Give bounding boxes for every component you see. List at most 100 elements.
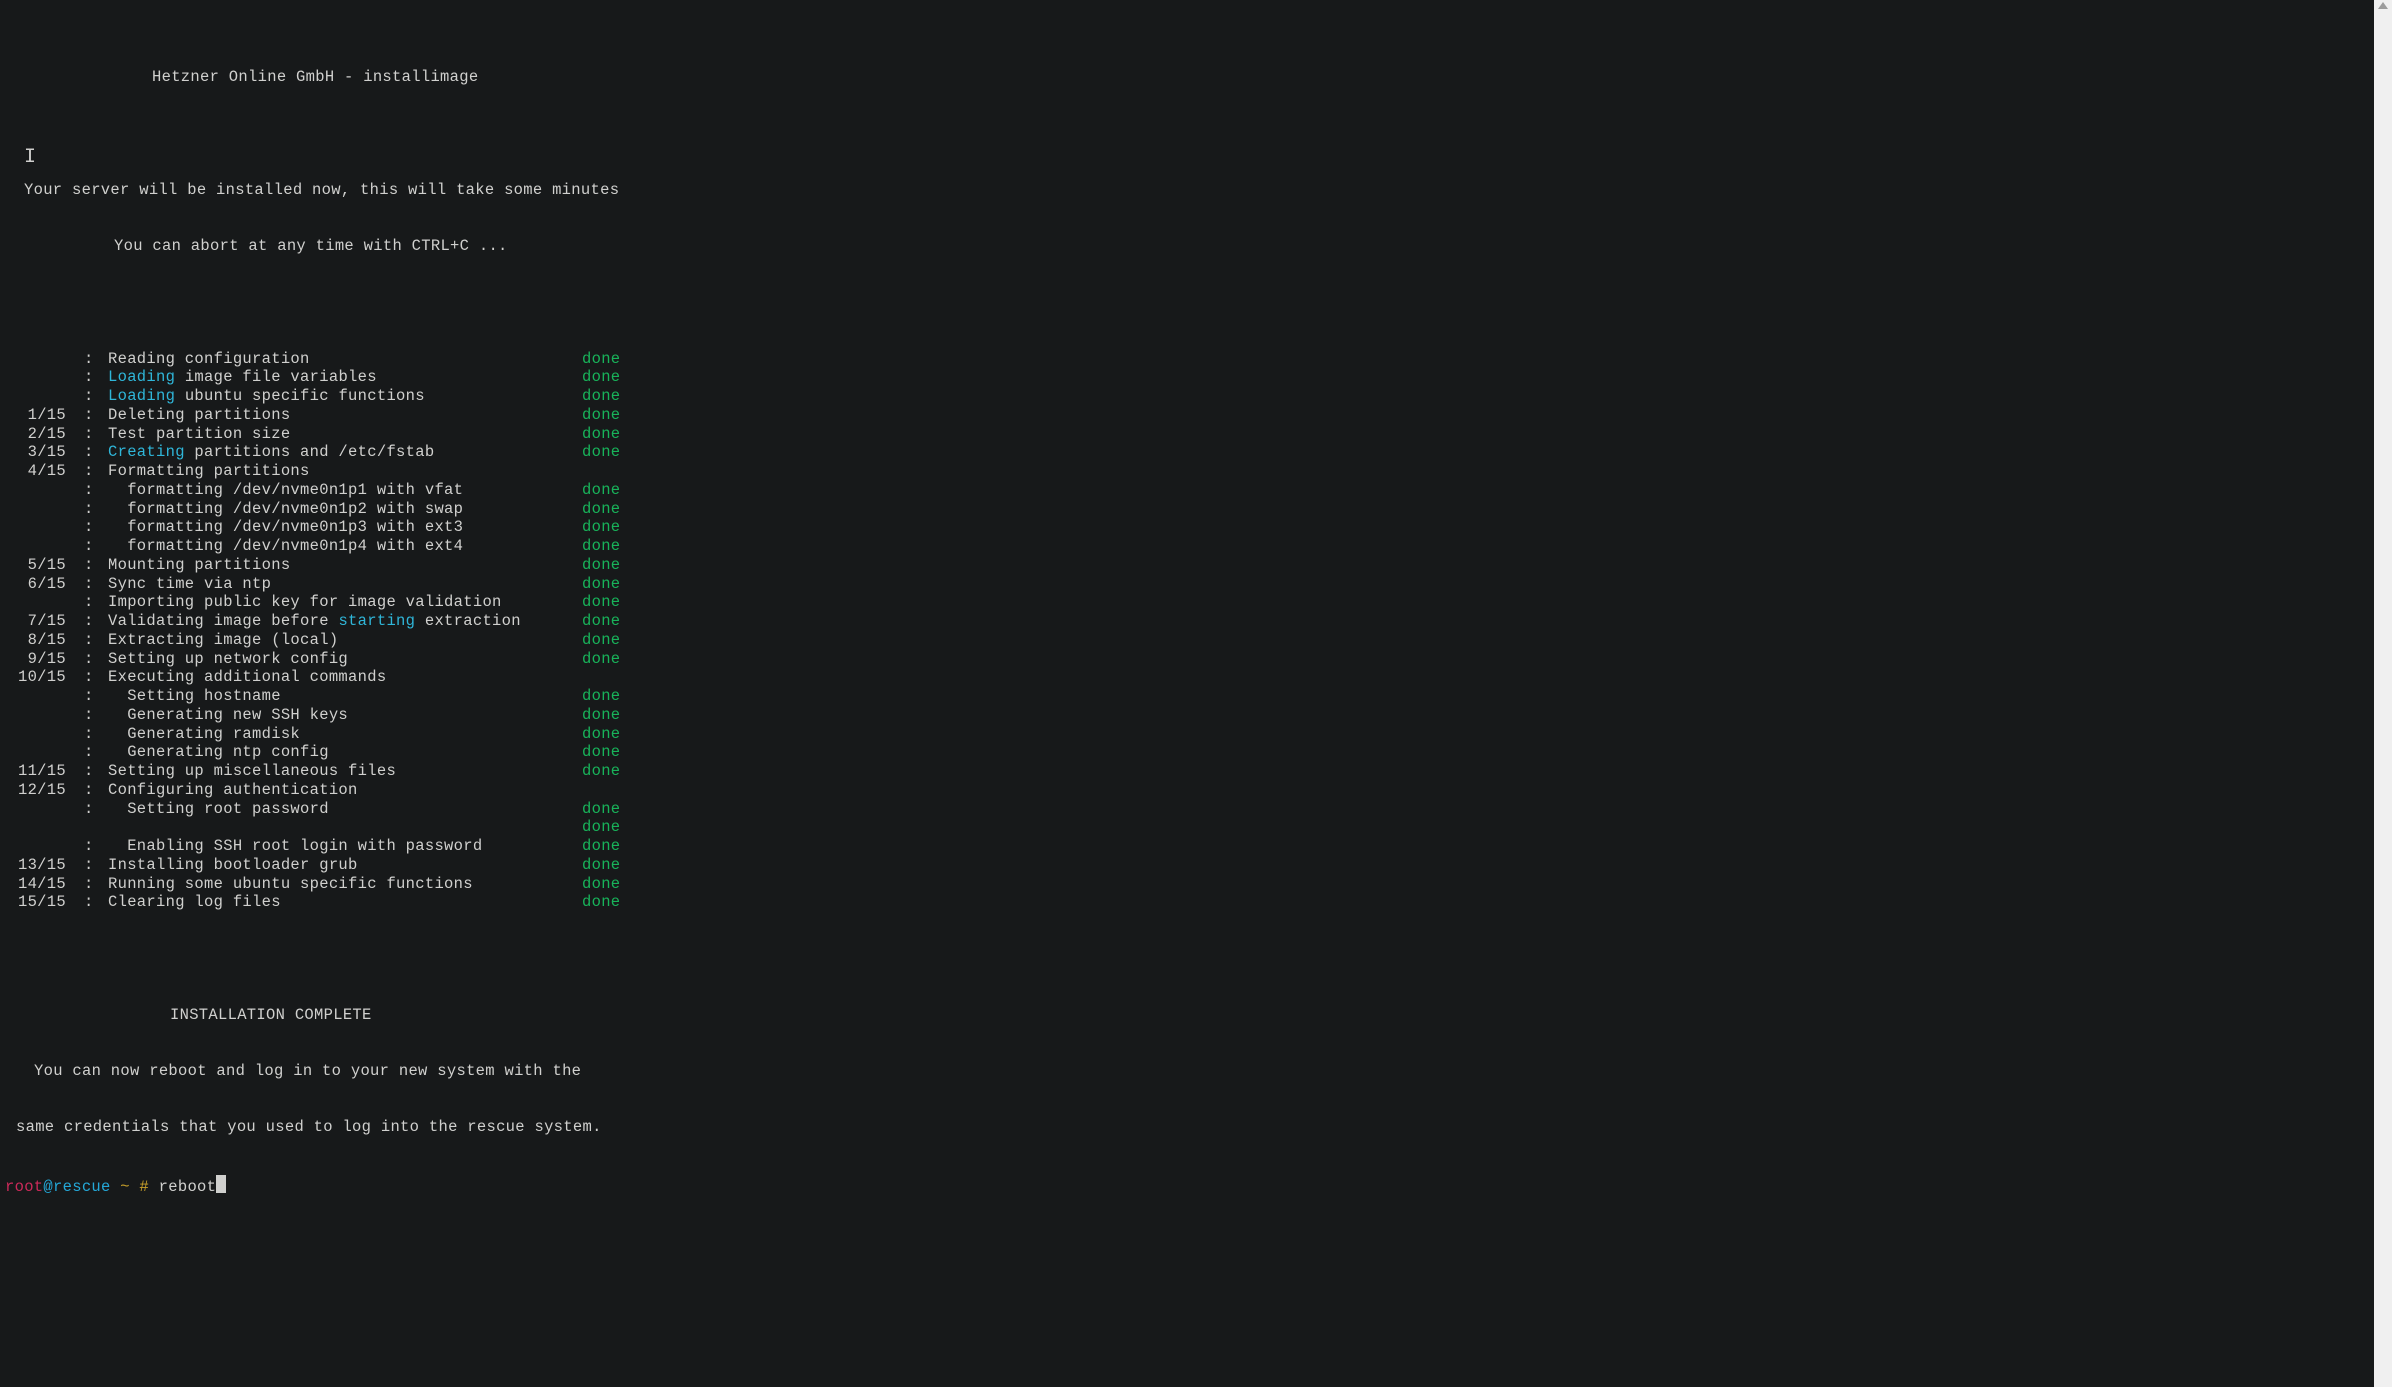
progress-row: :Loading ubuntu specific functionsdone — [4, 387, 2370, 406]
progress-row: : Generating ramdiskdone — [4, 725, 2370, 744]
step-description: Generating ramdisk — [108, 725, 582, 744]
separator: : — [84, 556, 108, 575]
step-number — [4, 500, 84, 519]
separator: : — [84, 593, 108, 612]
progress-rows: :Reading configurationdone:Loading image… — [4, 350, 2370, 913]
progress-row: 1/15:Deleting partitionsdone — [4, 406, 2370, 425]
step-description: Validating image before starting extract… — [108, 612, 582, 631]
step-number — [4, 837, 84, 856]
blank-line — [4, 950, 2370, 969]
status-done: done — [582, 856, 620, 875]
progress-row: 7/15:Validating image before starting ex… — [4, 612, 2370, 631]
step-description: formatting /dev/nvme0n1p4 with ext4 — [108, 537, 582, 556]
step-number — [4, 481, 84, 500]
step-number: 8/15 — [4, 631, 84, 650]
step-description: Test partition size — [108, 425, 582, 444]
progress-row: : Generating new SSH keysdone — [4, 706, 2370, 725]
prompt-at: @ — [43, 1178, 53, 1196]
progress-row: 15/15:Clearing log filesdone — [4, 893, 2370, 912]
separator: : — [84, 537, 108, 556]
progress-row: 5/15:Mounting partitionsdone — [4, 556, 2370, 575]
step-description: Deleting partitions — [108, 406, 582, 425]
separator: : — [84, 631, 108, 650]
progress-row: : formatting /dev/nvme0n1p2 with swapdon… — [4, 500, 2370, 519]
separator: : — [84, 762, 108, 781]
status-done: done — [582, 893, 620, 912]
status-done: done — [582, 650, 620, 669]
separator: : — [84, 481, 108, 500]
status-done: done — [582, 800, 620, 819]
separator: : — [84, 725, 108, 744]
prompt-user: root — [5, 1178, 43, 1196]
step-number: 7/15 — [4, 612, 84, 631]
progress-row: 12/15:Configuring authentication — [4, 781, 2370, 800]
status-done: done — [582, 387, 620, 406]
step-description: Installing bootloader grub — [108, 856, 582, 875]
step-description: Setting root password — [108, 800, 582, 819]
progress-row: : formatting /dev/nvme0n1p4 with ext4don… — [4, 537, 2370, 556]
progress-row: 2/15:Test partition sizedone — [4, 425, 2370, 444]
intro-line-2: You can abort at any time with CTRL+C ..… — [4, 237, 2370, 256]
separator: : — [84, 743, 108, 762]
progress-row: :Importing public key for image validati… — [4, 593, 2370, 612]
blank-line — [4, 293, 2370, 312]
step-description: Generating new SSH keys — [108, 706, 582, 725]
step-number — [4, 687, 84, 706]
step-description: Running some ubuntu specific functions — [108, 875, 582, 894]
status-done: done — [582, 593, 620, 612]
status-done: done — [582, 518, 620, 537]
step-description: Extracting image (local) — [108, 631, 582, 650]
install-complete: INSTALLATION COMPLETE — [4, 1006, 2370, 1025]
separator: : — [84, 575, 108, 594]
step-number: 14/15 — [4, 875, 84, 894]
step-number: 12/15 — [4, 781, 84, 800]
progress-row: done — [4, 818, 2370, 837]
step-number — [4, 387, 84, 406]
step-number — [4, 706, 84, 725]
status-done: done — [582, 762, 620, 781]
status-done: done — [582, 818, 620, 837]
separator: : — [84, 781, 108, 800]
progress-row: : formatting /dev/nvme0n1p1 with vfatdon… — [4, 481, 2370, 500]
progress-row: :Loading image file variablesdone — [4, 368, 2370, 387]
step-number — [4, 593, 84, 612]
step-description: Setting hostname — [108, 687, 582, 706]
separator: : — [84, 706, 108, 725]
step-number — [4, 743, 84, 762]
step-number: 10/15 — [4, 668, 84, 687]
intro-line-1: Your server will be installed now, this … — [4, 181, 2370, 200]
install-header: Hetzner Online GmbH - installimage — [4, 68, 2370, 87]
status-done: done — [582, 687, 620, 706]
step-description: Clearing log files — [108, 893, 582, 912]
separator: : — [84, 443, 108, 462]
step-description: formatting /dev/nvme0n1p1 with vfat — [108, 481, 582, 500]
terminal-output[interactable]: I Hetzner Online GmbH - installimage You… — [0, 0, 2374, 1387]
footer-line-1: You can now reboot and log in to your ne… — [4, 1062, 2370, 1081]
text-cursor-ibeam: I — [24, 146, 36, 170]
progress-row: : formatting /dev/nvme0n1p3 with ext3don… — [4, 518, 2370, 537]
progress-row: : Setting root passworddone — [4, 800, 2370, 819]
separator: : — [84, 650, 108, 669]
scroll-up-icon[interactable] — [2378, 2, 2388, 9]
progress-row: 8/15:Extracting image (local)done — [4, 631, 2370, 650]
separator: : — [84, 500, 108, 519]
step-number — [4, 368, 84, 387]
progress-row: 4/15:Formatting partitions — [4, 462, 2370, 481]
shell-prompt[interactable]: root@rescue ~ # reboot — [4, 1175, 2370, 1197]
status-done: done — [582, 725, 620, 744]
step-number: 6/15 — [4, 575, 84, 594]
separator: : — [84, 875, 108, 894]
status-done: done — [582, 350, 620, 369]
step-number — [4, 350, 84, 369]
status-done: done — [582, 575, 620, 594]
step-description: Loading image file variables — [108, 368, 582, 387]
step-description: Setting up miscellaneous files — [108, 762, 582, 781]
progress-row: 9/15:Setting up network configdone — [4, 650, 2370, 669]
progress-row: 10/15:Executing additional commands — [4, 668, 2370, 687]
step-number: 4/15 — [4, 462, 84, 481]
progress-row: 3/15:Creating partitions and /etc/fstabd… — [4, 443, 2370, 462]
step-number: 9/15 — [4, 650, 84, 669]
status-done: done — [582, 537, 620, 556]
scrollbar[interactable] — [2374, 0, 2392, 1387]
status-done: done — [582, 443, 620, 462]
